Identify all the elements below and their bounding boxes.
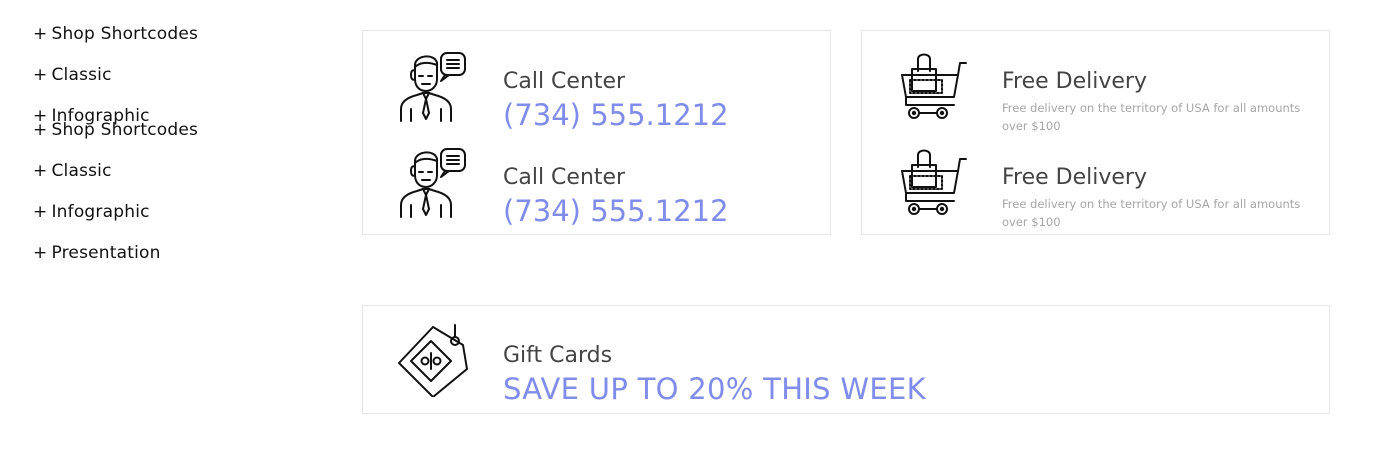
- call-center-agent-icon: [397, 49, 469, 123]
- free-delivery-title: Free Delivery: [1002, 69, 1147, 94]
- page: + Shop Shortcodes + Classic + Infographic +…: [0, 0, 1392, 461]
- expand-plus-marker: +: [33, 24, 48, 44]
- menu-item-label: Infographic: [51, 202, 150, 222]
- sidebar-menu-secondary: + Shop Shortcodes + Classic + Infographic +…: [33, 120, 198, 284]
- shopping-cart-bag-icon: [896, 145, 968, 219]
- free-delivery-title: Free Delivery: [1002, 165, 1147, 190]
- menu-item-label: Presentation: [51, 243, 161, 263]
- gift-cards-title: Gift Cards: [503, 343, 613, 368]
- call-center-box: Call Center (734) 555.1212 Call Center (…: [362, 30, 831, 235]
- call-center-feature: Call Center (734) 555.1212: [363, 49, 830, 131]
- gift-cards-feature: Gift Cards SAVE UP TO 20% THIS WEEK: [363, 323, 1329, 405]
- shopping-cart-bag-icon: [896, 49, 968, 123]
- free-delivery-description: Free delivery on the territory of USA fo…: [1002, 101, 1301, 133]
- free-delivery-description: Free delivery on the territory of USA fo…: [1002, 197, 1301, 229]
- menu-item-classic[interactable]: + Classic: [33, 65, 198, 106]
- free-delivery-box: Free Delivery Free delivery on the terri…: [861, 30, 1330, 235]
- call-center-title: Call Center: [503, 69, 626, 94]
- free-delivery-feature: Free Delivery Free delivery on the terri…: [862, 49, 1329, 133]
- menu-item-classic[interactable]: + Classic: [33, 161, 198, 202]
- call-center-phone[interactable]: (734) 555.1212: [503, 195, 729, 227]
- call-center-phone[interactable]: (734) 555.1212: [503, 99, 729, 131]
- expand-plus-marker: +: [33, 65, 48, 85]
- menu-item-shop-shortcodes[interactable]: + Shop Shortcodes: [33, 24, 198, 65]
- expand-plus-marker: +: [33, 202, 48, 222]
- gift-cards-box: Gift Cards SAVE UP TO 20% THIS WEEK: [362, 305, 1330, 414]
- menu-item-presentation[interactable]: + Presentation: [33, 243, 198, 284]
- menu-item-label: Shop Shortcodes: [51, 24, 199, 44]
- expand-plus-marker: +: [33, 243, 48, 263]
- call-center-title: Call Center: [503, 165, 626, 190]
- menu-item-label: Classic: [51, 65, 112, 85]
- menu-item-infographic[interactable]: + Infographic: [33, 202, 198, 243]
- menu-item-shop-shortcodes[interactable]: + Shop Shortcodes: [33, 120, 198, 161]
- expand-plus-marker: +: [33, 161, 48, 181]
- gift-cards-promo[interactable]: SAVE UP TO 20% THIS WEEK: [503, 373, 926, 405]
- discount-tag-icon: [397, 323, 469, 397]
- call-center-feature: Call Center (734) 555.1212: [363, 145, 830, 227]
- menu-item-label: Shop Shortcodes: [51, 120, 199, 140]
- menu-item-label: Classic: [51, 161, 112, 181]
- call-center-agent-icon: [397, 145, 469, 219]
- expand-plus-marker: +: [33, 120, 48, 140]
- free-delivery-feature: Free Delivery Free delivery on the terri…: [862, 145, 1329, 229]
